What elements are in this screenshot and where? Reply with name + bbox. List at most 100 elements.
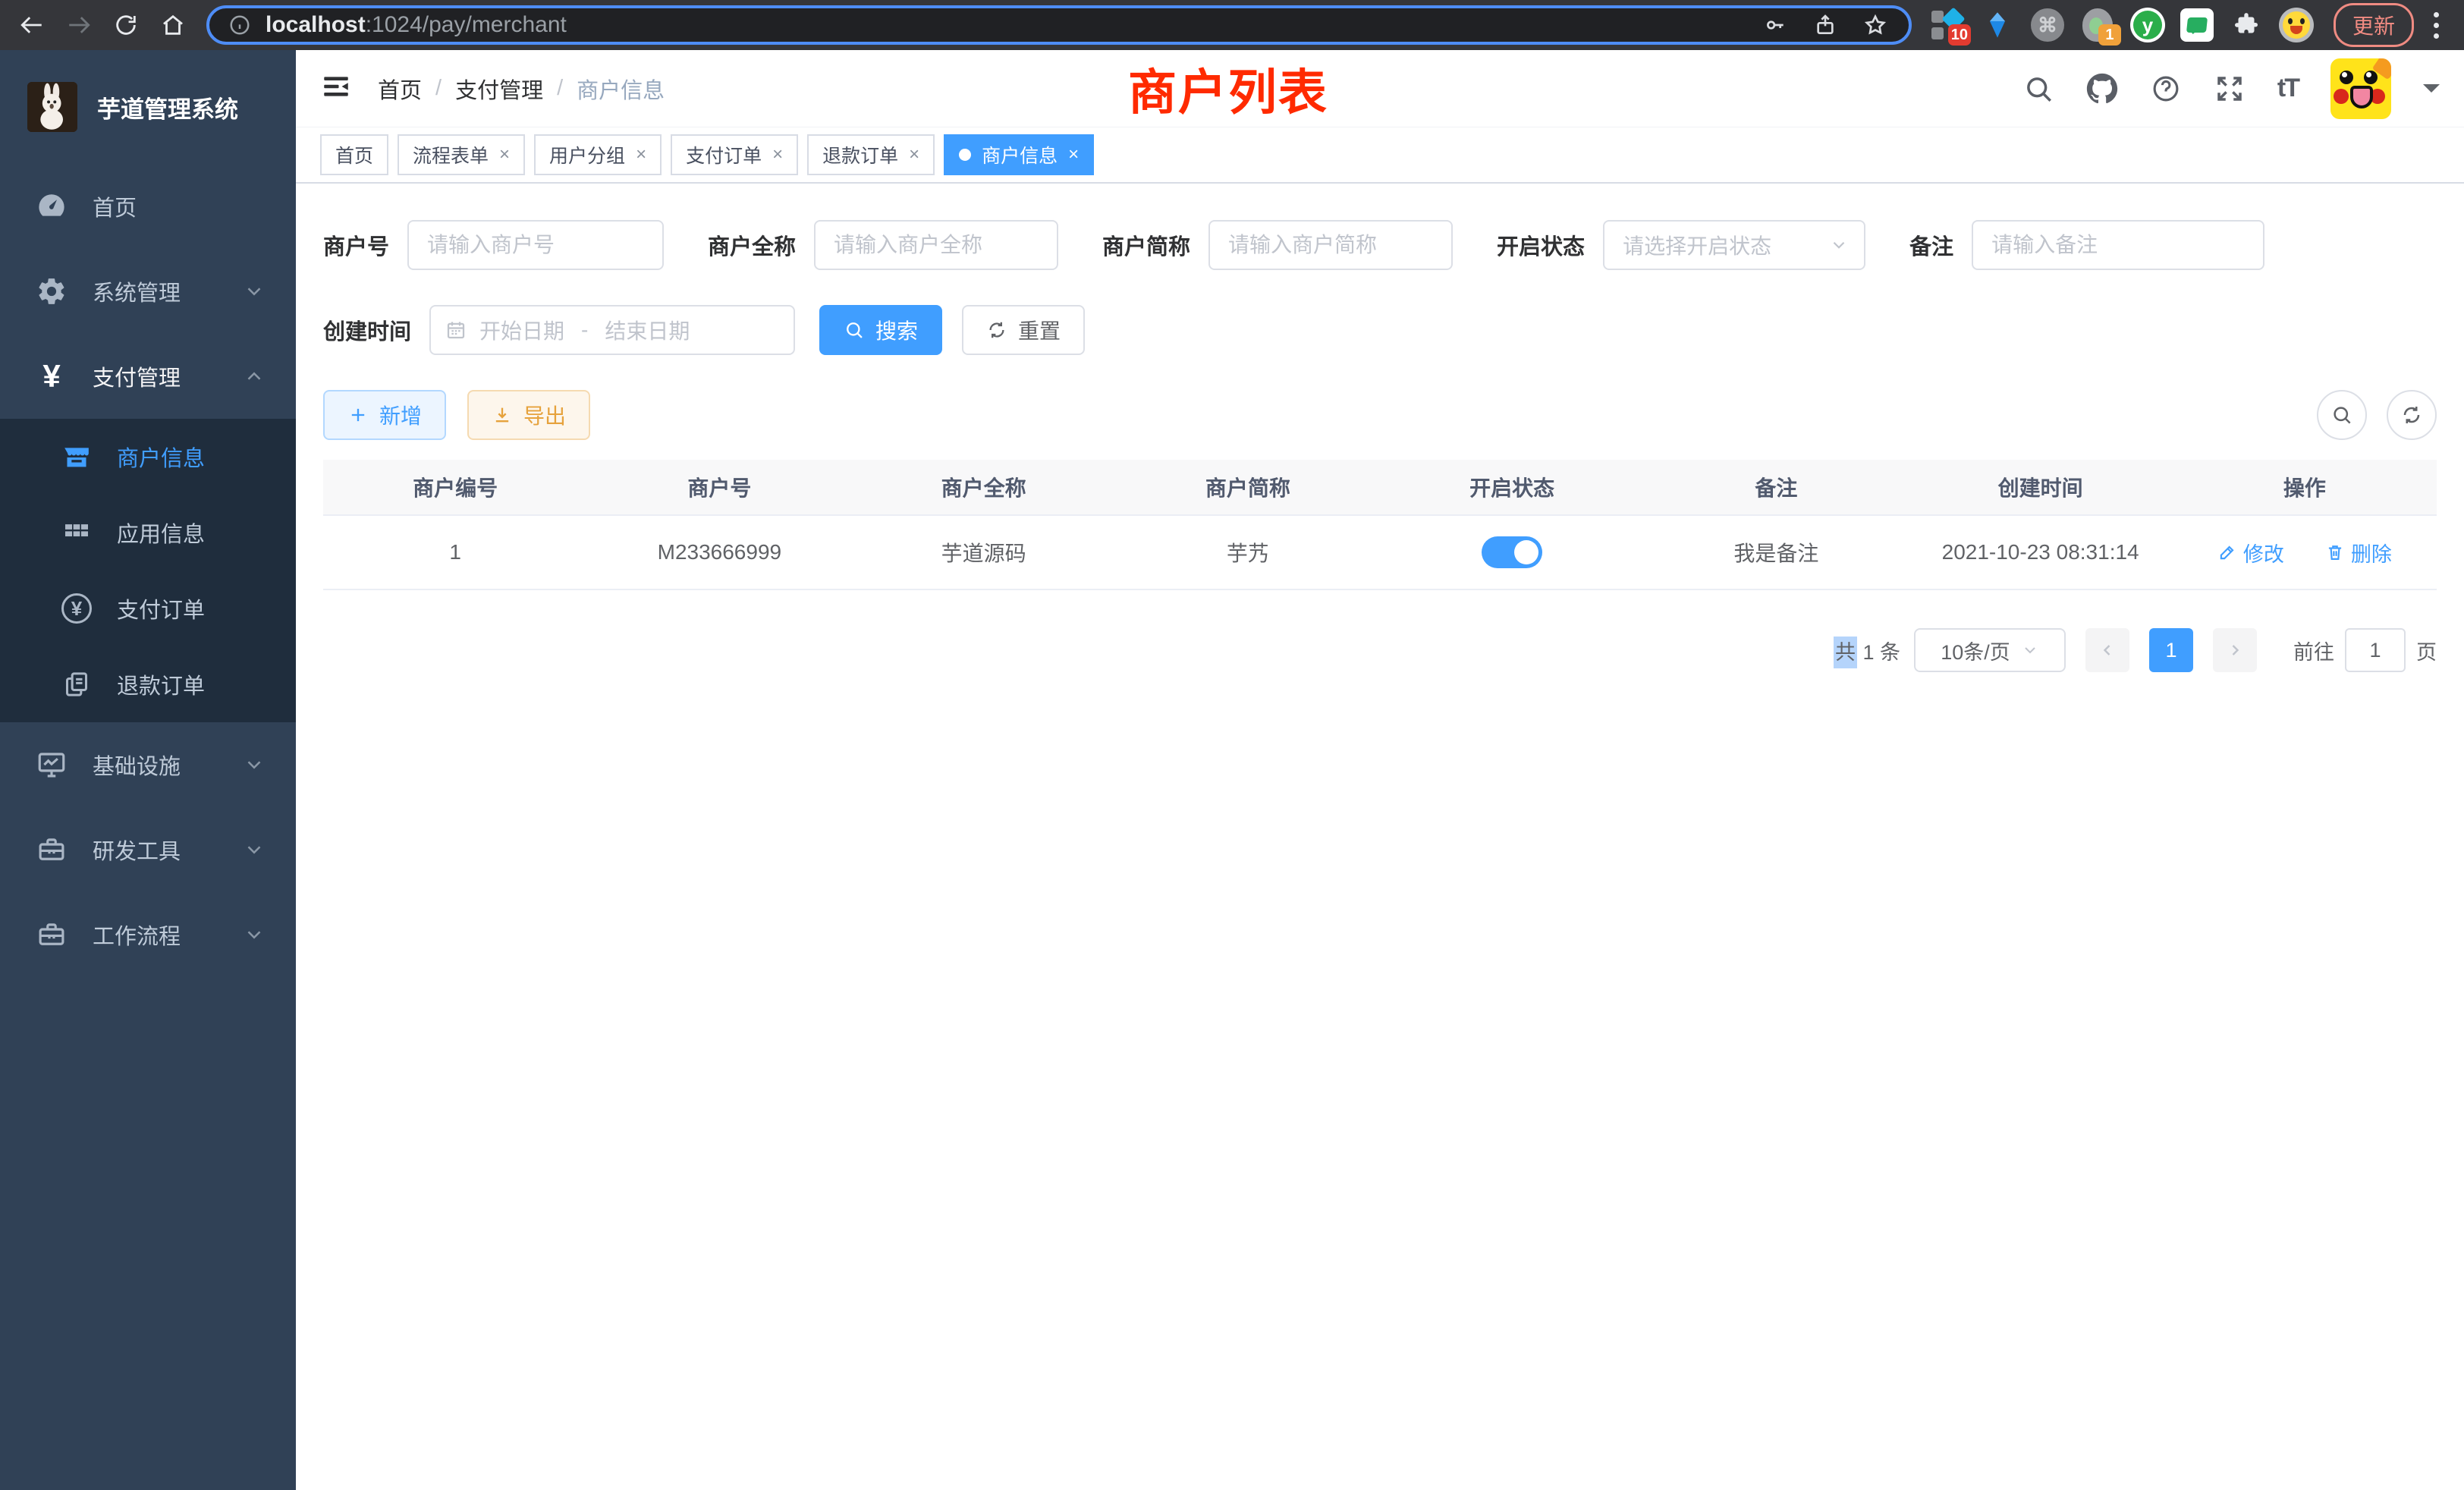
home-icon[interactable]	[152, 4, 194, 46]
update-button[interactable]: 更新	[2334, 3, 2414, 47]
sidebar-item-pay[interactable]: ¥ 支付管理	[0, 334, 296, 419]
date-range-picker[interactable]: 开始日期 - 结束日期	[429, 305, 795, 355]
reset-button[interactable]: 重置	[962, 305, 1085, 355]
field-label: 开启状态	[1497, 229, 1585, 261]
sidebar-item-label: 商户信息	[117, 441, 205, 473]
extension-chat-icon[interactable]	[2180, 8, 2214, 42]
browser-menu-icon[interactable]	[2434, 10, 2441, 40]
sidebar: 芋道管理系统 首页 系统管理 ¥ 支付管理 商户信息	[0, 50, 296, 1490]
user-menu-caret-icon[interactable]	[2423, 84, 2440, 101]
tab-home[interactable]: 首页	[320, 134, 388, 175]
tab-refund-order[interactable]: 退款订单×	[807, 134, 935, 175]
extensions-row: 10 ⌘ 1 y 更新	[1924, 3, 2453, 47]
chevron-down-icon	[243, 280, 266, 303]
main-area: 首页 / 支付管理 / 商户信息 商户列表 tT 首	[296, 50, 2464, 1490]
profile-avatar-icon[interactable]	[2279, 8, 2314, 42]
table-row: 1 M233666999 芋道源码 芋艿 我是备注 2021-10-23 08:…	[323, 516, 2437, 590]
cell-created-at: 2021-10-23 08:31:14	[1909, 540, 2173, 564]
forward-icon[interactable]	[58, 4, 100, 46]
close-icon[interactable]: ×	[1068, 146, 1079, 164]
url-host: localhost	[266, 12, 366, 37]
close-icon[interactable]: ×	[772, 146, 783, 164]
refresh-button[interactable]	[2387, 390, 2437, 440]
extension-gem-icon[interactable]	[1980, 8, 2015, 42]
toolbox-icon	[33, 834, 70, 866]
address-bar[interactable]: localhost:1024/pay/merchant	[206, 5, 1912, 45]
chevron-down-icon	[243, 923, 266, 946]
app-logo[interactable]: 芋道管理系统	[0, 50, 296, 164]
search-icon[interactable]	[2022, 73, 2054, 105]
github-icon[interactable]	[2086, 73, 2118, 105]
merchant-no-input[interactable]	[427, 233, 644, 257]
share-icon[interactable]	[1813, 13, 1837, 37]
user-avatar[interactable]	[2330, 58, 2391, 119]
delete-button[interactable]: 删除	[2325, 538, 2392, 567]
sidebar-item-home[interactable]: 首页	[0, 164, 296, 249]
close-icon[interactable]: ×	[909, 146, 919, 164]
export-button[interactable]: 导出	[467, 390, 590, 440]
table-toolbar: 新增 导出	[323, 390, 2437, 440]
collapse-sidebar-icon[interactable]	[320, 71, 357, 107]
sidebar-item-infra[interactable]: 基础设施	[0, 722, 296, 807]
date-separator: -	[577, 318, 592, 342]
extension-y-icon[interactable]: y	[2130, 8, 2165, 42]
sidebar-item-system[interactable]: 系统管理	[0, 249, 296, 334]
sidebar-item-merchant-info[interactable]: 商户信息	[0, 419, 296, 495]
page-size-select[interactable]: 10条/页	[1914, 628, 2066, 672]
store-icon	[59, 442, 94, 472]
back-icon[interactable]	[11, 4, 53, 46]
field-merchant-name: 商户全称	[708, 220, 1058, 270]
edit-button[interactable]: 修改	[2217, 538, 2284, 567]
tab-process-form[interactable]: 流程表单×	[398, 134, 525, 175]
chevron-down-icon	[2021, 641, 2039, 659]
page-number-1[interactable]: 1	[2149, 628, 2193, 672]
cell-full-name: 芋道源码	[852, 537, 1116, 567]
sidebar-item-refund-order[interactable]: 退款订单	[0, 646, 296, 722]
sidebar-item-dev-tools[interactable]: 研发工具	[0, 807, 296, 892]
grid-icon	[59, 517, 94, 548]
remark-input[interactable]	[1991, 233, 2245, 257]
status-toggle[interactable]	[1482, 536, 1542, 568]
close-icon[interactable]: ×	[499, 146, 510, 164]
field-label: 备注	[1909, 229, 1953, 261]
briefcase-icon	[33, 919, 70, 951]
goto-page: 前往 页	[2293, 628, 2437, 672]
font-size-icon[interactable]: tT	[2277, 74, 2299, 103]
help-icon[interactable]	[2150, 73, 2182, 105]
breadcrumb-pay[interactable]: 支付管理	[455, 73, 543, 105]
sidebar-item-label: 支付管理	[93, 360, 181, 392]
bookmark-star-icon[interactable]	[1863, 13, 1887, 37]
add-button[interactable]: 新增	[323, 390, 446, 440]
sidebar-item-pay-order[interactable]: ¥ 支付订单	[0, 571, 296, 646]
fullscreen-icon[interactable]	[2214, 73, 2246, 105]
site-info-icon[interactable]	[225, 10, 255, 40]
close-icon[interactable]: ×	[636, 146, 646, 164]
extension-blob-icon[interactable]: 1	[2080, 8, 2115, 42]
sidebar-item-workflow[interactable]: 工作流程	[0, 892, 296, 977]
page-unit-label: 页	[2416, 636, 2437, 665]
goto-page-input[interactable]	[2345, 628, 2406, 672]
sidebar-item-label: 基础设施	[93, 749, 181, 781]
password-key-icon[interactable]	[1763, 13, 1787, 37]
breadcrumb-current: 商户信息	[577, 73, 665, 105]
tab-user-group[interactable]: 用户分组×	[534, 134, 662, 175]
prev-page-button[interactable]	[2085, 628, 2129, 672]
breadcrumb-home[interactable]: 首页	[378, 73, 422, 105]
status-select[interactable]: 请选择开启状态	[1603, 220, 1865, 270]
tab-pay-order[interactable]: 支付订单×	[671, 134, 798, 175]
search-button[interactable]: 搜索	[819, 305, 942, 355]
next-page-button[interactable]	[2213, 628, 2257, 672]
reload-icon[interactable]	[105, 4, 147, 46]
merchant-short-input[interactable]	[1228, 233, 1433, 257]
sidebar-item-app-info[interactable]: 应用信息	[0, 495, 296, 571]
extension-command-icon[interactable]: ⌘	[2030, 8, 2065, 42]
logo-avatar-image	[27, 82, 77, 132]
field-label: 商户简称	[1102, 229, 1190, 261]
browser-toolbar: localhost:1024/pay/merchant 10 ⌘ 1	[0, 0, 2464, 50]
extension-grid-icon[interactable]: 10	[1930, 8, 1965, 42]
cell-short-name: 芋艿	[1116, 537, 1380, 567]
merchant-name-input[interactable]	[834, 233, 1039, 257]
extensions-puzzle-icon[interactable]	[2229, 8, 2264, 42]
tab-merchant-info[interactable]: 商户信息×	[944, 134, 1094, 175]
show-search-button[interactable]	[2317, 390, 2367, 440]
